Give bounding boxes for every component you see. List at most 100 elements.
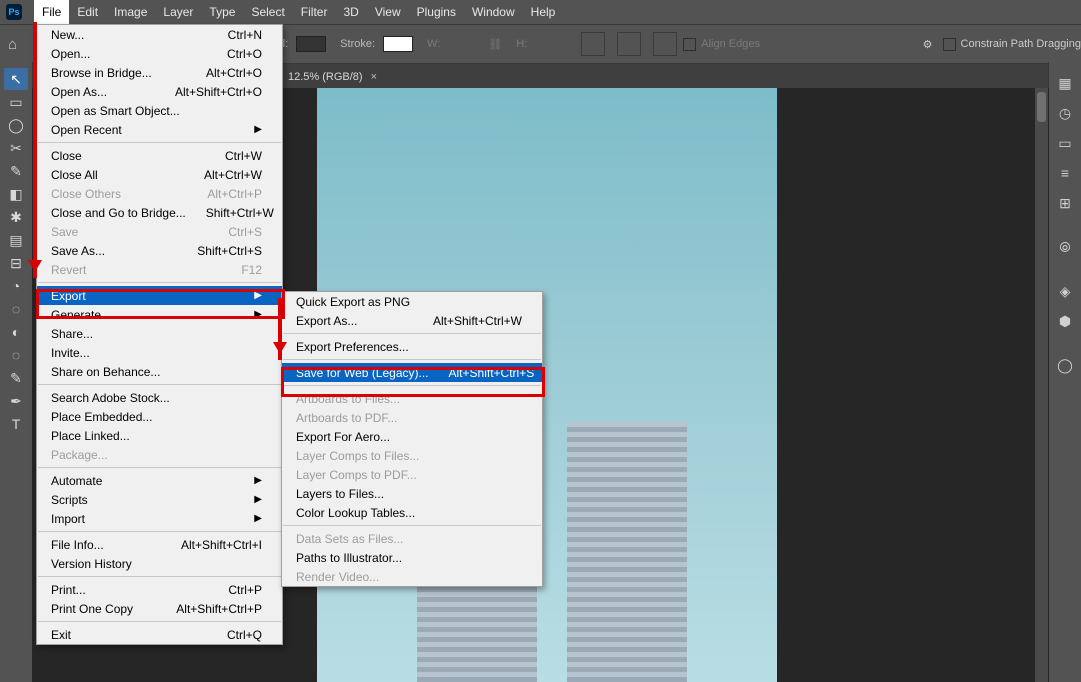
tool-button[interactable]: ◧ [4,183,28,205]
menu-item[interactable]: Invite... [37,343,282,362]
menu-3d[interactable]: 3D [335,0,366,24]
menu-item[interactable]: File Info...Alt+Shift+Ctrl+I [37,535,282,554]
panel-icon[interactable]: ≡ [1053,161,1077,185]
path-align-icon[interactable] [617,32,641,56]
panel-icon[interactable]: ◷ [1053,101,1077,125]
annotation-arrow [33,22,37,278]
tool-button[interactable]: T [4,413,28,435]
menu-item[interactable]: Layers to Files... [282,484,542,503]
constrain-checkbox[interactable] [943,38,956,51]
menu-item[interactable]: Export Preferences... [282,337,542,356]
menu-item[interactable]: Quick Export as PNG [282,292,542,311]
menu-item[interactable]: Save As...Shift+Ctrl+S [37,241,282,260]
menu-item[interactable]: Place Linked... [37,426,282,445]
document-tab[interactable]: 12.5% (RGB/8)× [288,71,377,83]
panel-icon[interactable]: ▦ [1053,71,1077,95]
menu-item[interactable]: Close AllAlt+Ctrl+W [37,165,282,184]
menu-item: RevertF12 [37,260,282,279]
gear-icon[interactable]: ⚙ [923,38,933,51]
menu-item[interactable]: Import▶ [37,509,282,528]
link-icon[interactable]: ⛓ [488,38,502,51]
menu-item[interactable]: New...Ctrl+N [37,25,282,44]
menu-item[interactable]: Open as Smart Object... [37,101,282,120]
menu-filter[interactable]: Filter [293,0,336,24]
menu-item[interactable]: Export▶ [37,286,282,305]
align-edges-label: Align Edges [701,38,760,50]
file-menu: New...Ctrl+NOpen...Ctrl+OBrowse in Bridg… [36,24,283,645]
menu-edit[interactable]: Edit [69,0,106,24]
menu-separator [38,576,281,577]
menu-item[interactable]: Generate▶ [37,305,282,324]
toolbox: ↖▭◯✂✎◧✱▤⊟◔◌◐◌✎✒T [0,62,33,682]
menu-item[interactable]: Close and Go to Bridge...Shift+Ctrl+W [37,203,282,222]
menu-item[interactable]: Browse in Bridge...Alt+Ctrl+O [37,63,282,82]
menu-window[interactable]: Window [464,0,523,24]
menu-item[interactable]: Export As...Alt+Shift+Ctrl+W [282,311,542,330]
menu-item[interactable]: Print...Ctrl+P [37,580,282,599]
menu-image[interactable]: Image [106,0,155,24]
menu-item[interactable]: Open Recent▶ [37,120,282,139]
tool-button[interactable]: ◔ [4,275,28,297]
menu-layer[interactable]: Layer [155,0,201,24]
menu-separator [283,359,541,360]
menu-item[interactable]: Open As...Alt+Shift+Ctrl+O [37,82,282,101]
menu-item[interactable]: Place Embedded... [37,407,282,426]
tool-button[interactable]: ✎ [4,160,28,182]
menu-select[interactable]: Select [243,0,292,24]
menu-type[interactable]: Type [201,0,243,24]
menu-file[interactable]: File [34,0,69,24]
menu-item[interactable]: Version History [37,554,282,573]
close-tab-icon[interactable]: × [371,71,377,83]
menu-item: Artboards to Files... [282,389,542,408]
menu-item[interactable]: Search Adobe Stock... [37,388,282,407]
menu-item[interactable]: Save for Web (Legacy)...Alt+Shift+Ctrl+S [282,363,542,382]
tool-button[interactable]: ✱ [4,206,28,228]
menu-item[interactable]: Open...Ctrl+O [37,44,282,63]
menu-help[interactable]: Help [523,0,564,24]
vertical-scrollbar[interactable] [1035,88,1048,682]
menu-item[interactable]: Share on Behance... [37,362,282,381]
menu-item[interactable]: Print One CopyAlt+Shift+Ctrl+P [37,599,282,618]
menu-item[interactable]: Scripts▶ [37,490,282,509]
tool-button[interactable]: ✎ [4,367,28,389]
menu-item[interactable]: Export For Aero... [282,427,542,446]
panel-icon[interactable]: ◯ [1053,353,1077,377]
tool-button[interactable]: ▭ [4,91,28,113]
shape-mode-icon[interactable] [581,32,605,56]
menu-item: Close OthersAlt+Ctrl+P [37,184,282,203]
path-arrange-icon[interactable] [653,32,677,56]
tool-button[interactable]: ◌ [4,298,28,320]
panel-icon[interactable]: ⊞ [1053,191,1077,215]
scrollbar-thumb[interactable] [1037,92,1046,122]
building-graphic [567,422,687,682]
app-icon: Ps [6,4,22,20]
fill-swatch[interactable] [296,36,326,52]
menu-item[interactable]: Color Lookup Tables... [282,503,542,522]
tool-button[interactable]: ✒ [4,390,28,412]
tool-button[interactable]: ⊟ [4,252,28,274]
menu-item[interactable]: Automate▶ [37,471,282,490]
menu-item[interactable]: CloseCtrl+W [37,146,282,165]
home-icon[interactable]: ⌂ [8,36,17,53]
tool-button[interactable]: ▤ [4,229,28,251]
width-label: W: [427,38,440,50]
stroke-swatch[interactable] [383,36,413,52]
tool-button[interactable]: ◌ [4,344,28,366]
menu-separator [38,467,281,468]
menu-item[interactable]: ExitCtrl+Q [37,625,282,644]
menu-view[interactable]: View [367,0,409,24]
tool-button[interactable]: ◯ [4,114,28,136]
tool-button[interactable]: ✂ [4,137,28,159]
tool-button[interactable]: ◐ [4,321,28,343]
panel-icon[interactable]: ▭ [1053,131,1077,155]
panel-icon[interactable]: ◈ [1053,279,1077,303]
menu-plugins[interactable]: Plugins [409,0,464,24]
menu-item: Data Sets as Files... [282,529,542,548]
align-edges-checkbox[interactable] [683,38,696,51]
panel-icon[interactable]: ⦾ [1053,235,1077,259]
tool-button[interactable]: ↖ [4,68,28,90]
menu-item[interactable]: Paths to Illustrator... [282,548,542,567]
panel-icon[interactable]: ⬢ [1053,309,1077,333]
export-submenu: Quick Export as PNGExport As...Alt+Shift… [281,291,543,587]
menu-item[interactable]: Share... [37,324,282,343]
